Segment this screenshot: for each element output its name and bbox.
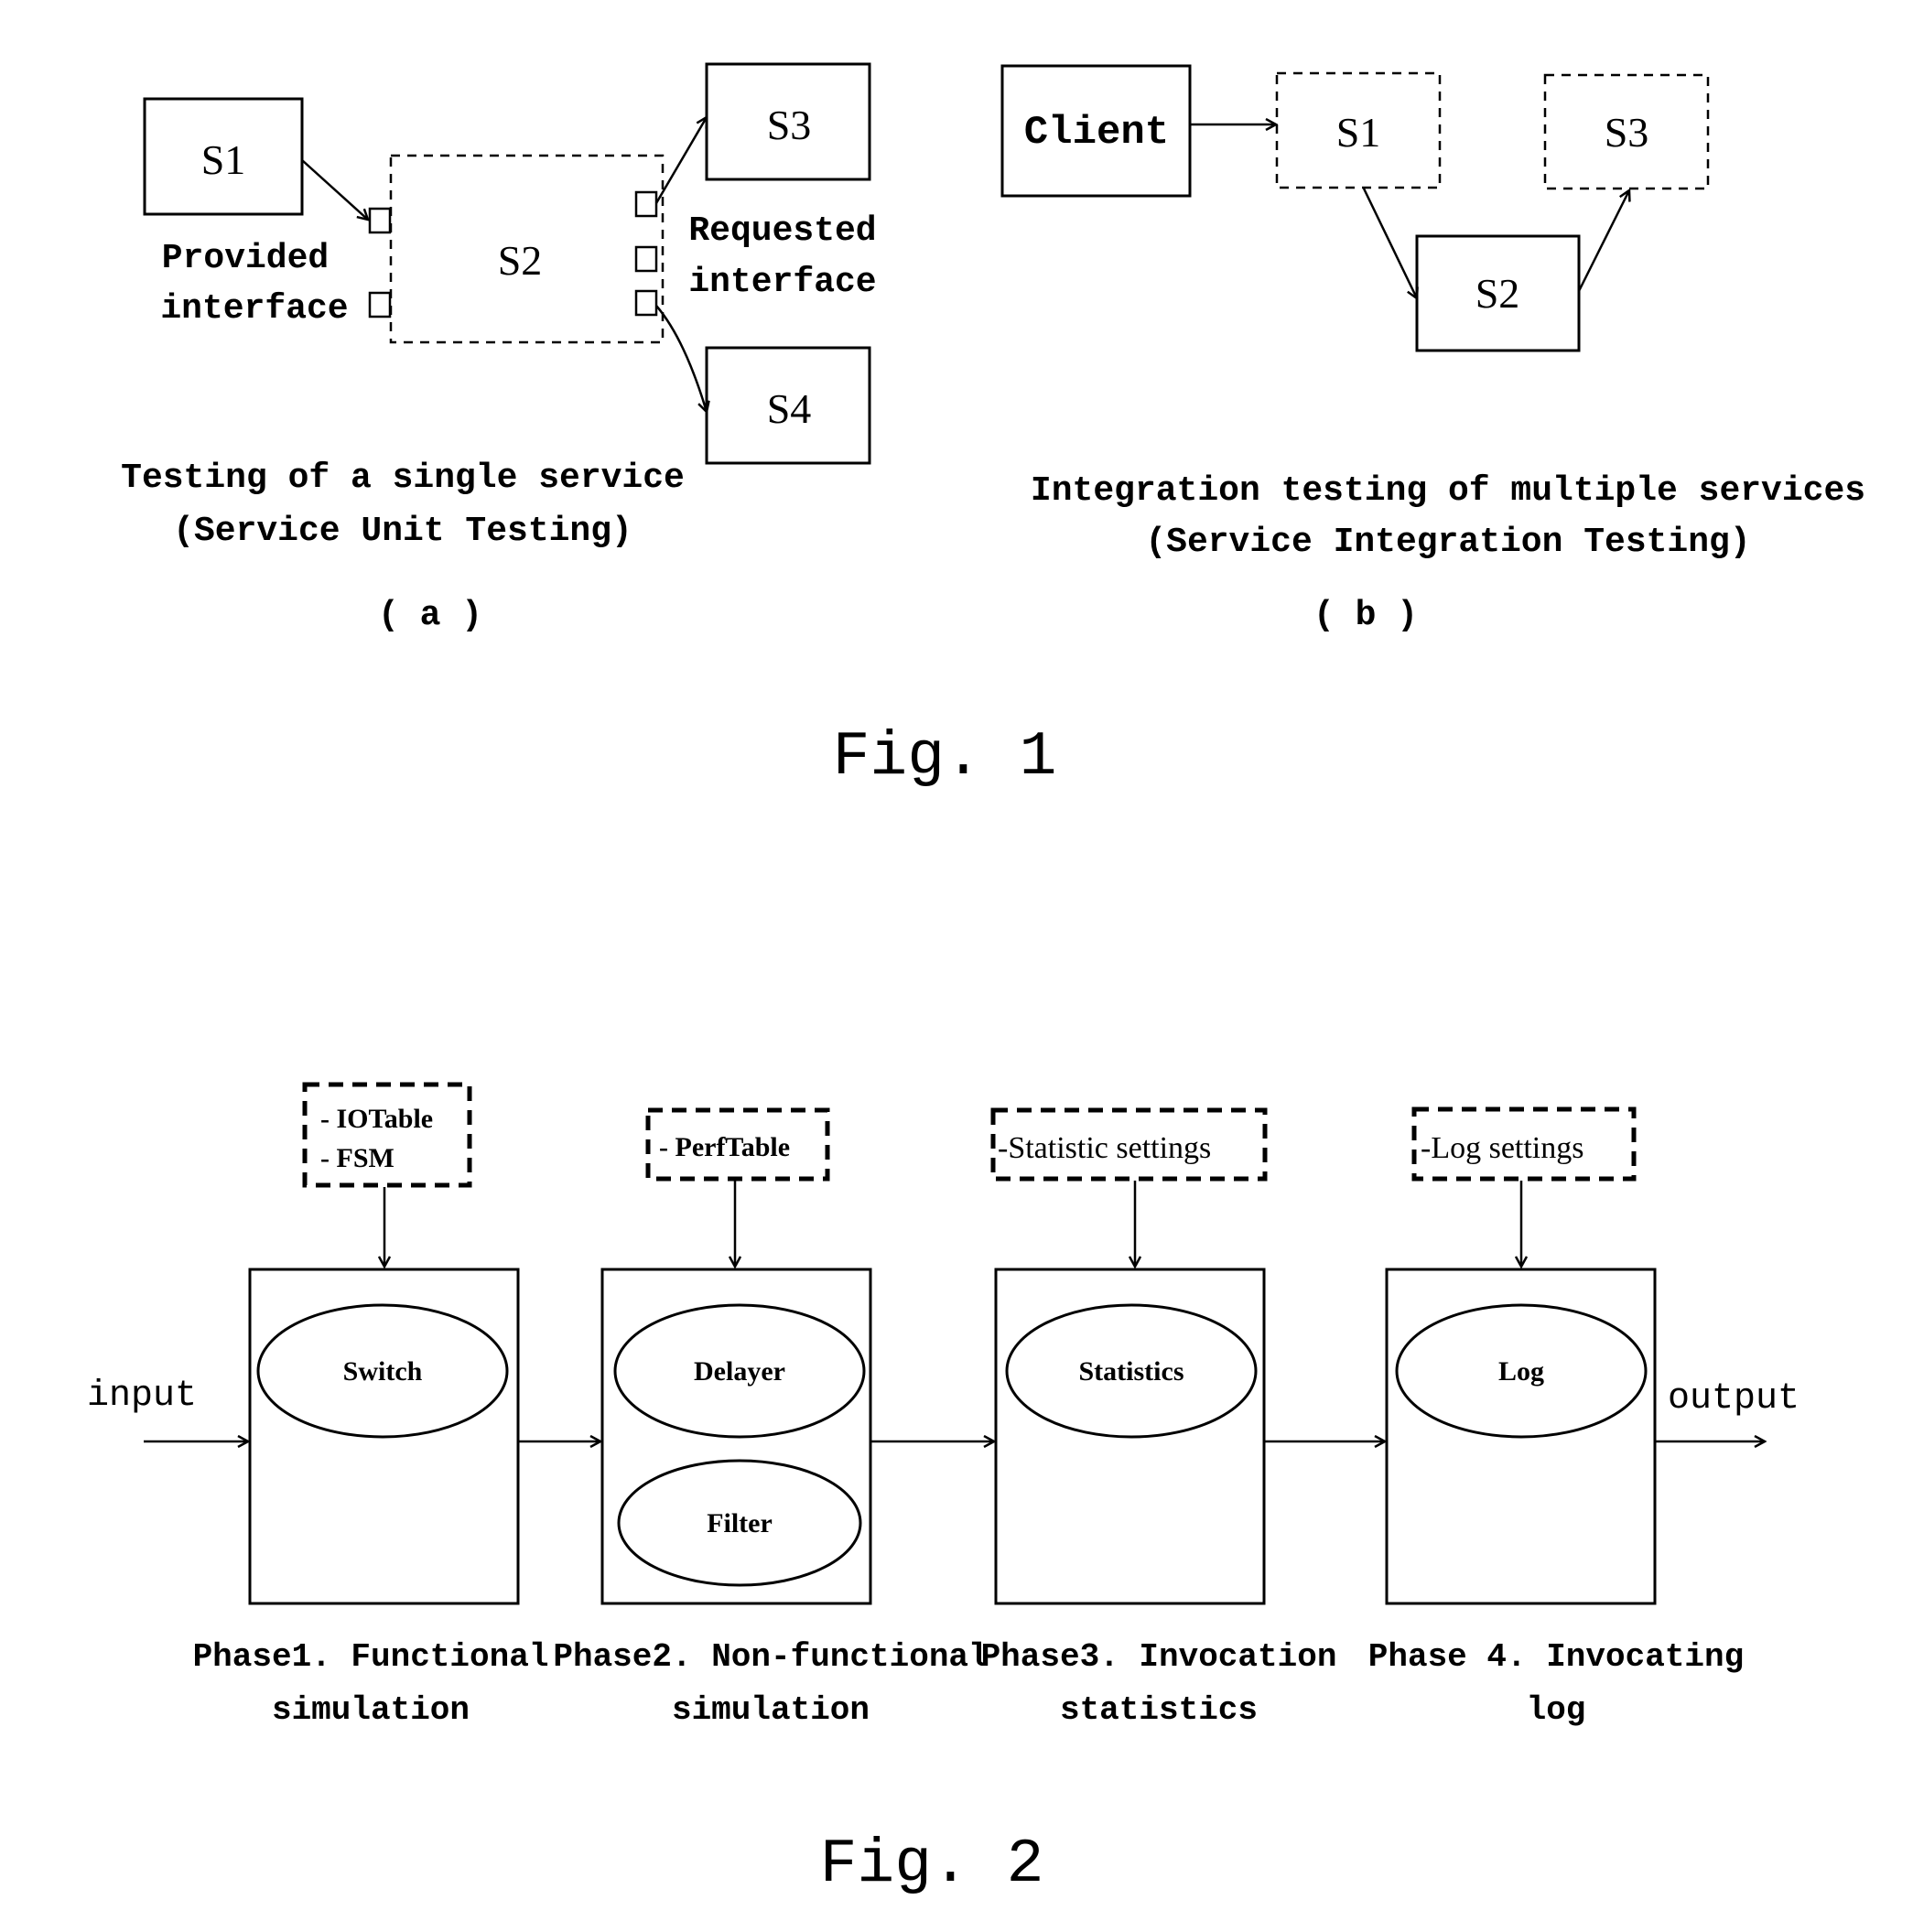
requested-port (634, 289, 658, 317)
node-client-label: Client (1024, 110, 1169, 156)
panel-a-title-2: (Service Unit Testing) (173, 512, 632, 551)
provided-port (368, 291, 392, 318)
requested-interface-label-2: interface (688, 263, 876, 302)
phase-1: - IOTable - FSM Switch Phase1. Functiona… (193, 1082, 549, 1729)
phase-1-setting-iotable: - IOTable (320, 1104, 433, 1134)
phase-2-caption-2: simulation (672, 1691, 870, 1729)
phase-3: -Statistic settings Statistics Phase3. I… (981, 1107, 1337, 1729)
phase-4-caption-2: log (1527, 1691, 1586, 1729)
panel-a-title-1: Testing of a single service (121, 459, 685, 498)
phase-1-setting-fsm: - FSM (320, 1143, 394, 1173)
requested-port (634, 190, 658, 218)
component-filter-label: Filter (707, 1508, 773, 1538)
node-s4-label: S4 (767, 385, 812, 432)
node-s1-label: S1 (201, 136, 246, 183)
component-delayer-label: Delayer (694, 1356, 785, 1387)
patent-figures: S1 S2 S3 S4 Provided interface Requested… (87, 62, 1865, 1900)
output-label: output (1668, 1378, 1800, 1419)
fig1-panel-b: Client S1 S3 S2 Integration testing of m… (1000, 64, 1865, 635)
fig1-caption: Fig. 1 (833, 722, 1057, 793)
provided-interface-label-1: Provided (162, 239, 329, 278)
node-s2-label: S2 (1475, 270, 1520, 317)
component-switch-label: Switch (343, 1356, 423, 1387)
phase-2-setting-perftable: - PerfTable (659, 1132, 790, 1162)
node-s2-label: S2 (498, 237, 543, 284)
provided-interface-label-2: interface (160, 289, 348, 329)
node-s3-label: S3 (767, 102, 812, 148)
phase-3-caption-2: statistics (1060, 1691, 1258, 1729)
phase-4-caption-1: Phase 4. Invocating (1368, 1638, 1744, 1676)
phase-3-caption-1: Phase3. Invocation (981, 1638, 1337, 1676)
component-statistics-label: Statistics (1079, 1356, 1184, 1387)
phase-4-setting-log: -Log settings (1421, 1131, 1583, 1165)
phase-3-setting-statistic: -Statistic settings (998, 1131, 1211, 1165)
phase-2-caption-1: Phase2. Non-functional (553, 1638, 988, 1676)
arrow-s2-to-s3 (1577, 190, 1629, 292)
fig2-pipeline: - IOTable - FSM Switch Phase1. Functiona… (87, 1082, 1800, 1729)
phase-1-caption-1: Phase1. Functional (193, 1638, 549, 1676)
fig1-panel-a: S1 S2 S3 S4 Provided interface Requested… (121, 62, 877, 635)
requested-interface-label-1: Requested (688, 211, 876, 251)
arrow-s1-to-s2 (1362, 188, 1417, 298)
input-label: input (87, 1376, 197, 1417)
arrow-s1-to-s2 (301, 159, 368, 220)
fig2-caption: Fig. 2 (820, 1829, 1044, 1900)
phase-1-caption-2: simulation (272, 1691, 470, 1729)
panel-b-title-1: Integration testing of multiple services (1031, 471, 1865, 511)
panel-a-label: ( a ) (378, 596, 482, 635)
node-s3-label: S3 (1605, 109, 1649, 156)
arrow-s2-to-s3 (654, 117, 707, 204)
panel-b-label: ( b ) (1313, 596, 1418, 635)
component-log-label: Log (1498, 1356, 1544, 1387)
node-s1-label: S1 (1336, 109, 1381, 156)
arrow-s2-to-s4 (655, 305, 707, 412)
phase-2: - PerfTable Delayer Filter Phase2. Non-f… (553, 1107, 989, 1729)
panel-b-title-2: (Service Integration Testing) (1145, 523, 1750, 562)
requested-port (634, 245, 658, 273)
provided-port (368, 207, 392, 234)
